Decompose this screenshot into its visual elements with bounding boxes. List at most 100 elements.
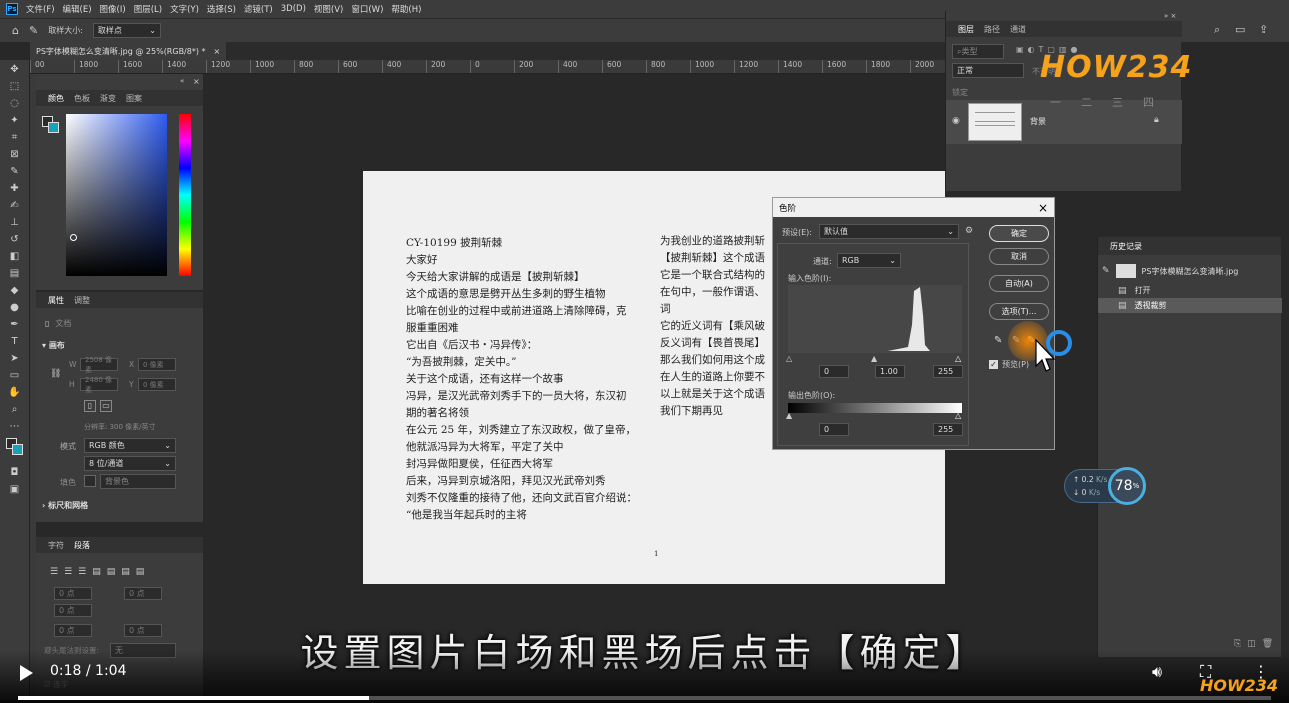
share-icon[interactable]: ⇪ xyxy=(1259,23,1268,36)
options-button[interactable]: 选项(T)... xyxy=(989,303,1049,320)
ok-button[interactable]: 确定 xyxy=(989,225,1049,242)
tab-gradients[interactable]: 渐变 xyxy=(100,93,116,104)
gradient-tool-icon[interactable]: ▤ xyxy=(8,267,22,281)
menu-layer[interactable]: 图层(L) xyxy=(134,3,162,15)
tab-adjustments[interactable]: 调整 xyxy=(74,295,90,306)
brush-tool-icon[interactable]: ✍ xyxy=(8,199,22,213)
portrait-icon[interactable]: ▯ xyxy=(84,400,96,412)
input-white-slider[interactable]: △ xyxy=(955,354,961,363)
collapse-icon[interactable]: « xyxy=(180,77,184,85)
close-icon[interactable]: × xyxy=(193,77,200,86)
canvas-section[interactable]: ▾ 画布 xyxy=(42,340,65,351)
video-progress-bar[interactable] xyxy=(18,696,1271,700)
eye-icon[interactable]: ◉ xyxy=(952,116,960,126)
blend-mode-select[interactable]: 正常 xyxy=(952,63,1024,78)
eraser-tool-icon[interactable]: ◧ xyxy=(8,250,22,264)
input-black-slider[interactable]: △ xyxy=(786,354,792,363)
auto-button[interactable]: 自动(A) xyxy=(989,275,1049,292)
output-black-field[interactable]: 0 xyxy=(819,423,849,436)
preview-checkbox[interactable]: ✓ 预览(P) xyxy=(989,359,1029,370)
menu-type[interactable]: 文字(Y) xyxy=(170,3,199,15)
tab-color[interactable]: 颜色 xyxy=(48,93,64,104)
search-icon[interactable]: ⌕ xyxy=(1214,23,1220,37)
lasso-tool-icon[interactable]: ◌ xyxy=(8,97,22,111)
color-swatches[interactable] xyxy=(0,438,29,462)
fill-select[interactable]: 背景色 xyxy=(100,474,176,489)
volume-icon[interactable]: 🔊︎ xyxy=(1152,662,1162,682)
menu-select[interactable]: 选择(S) xyxy=(207,3,236,15)
tab-channels[interactable]: 通道 xyxy=(1010,24,1026,35)
input-black-field[interactable]: 0 xyxy=(819,365,849,378)
hue-slider[interactable] xyxy=(179,114,191,276)
eyedropper-tool-icon[interactable]: ✎ xyxy=(8,165,22,179)
layer-filter-select[interactable]: ⌕ 类型 xyxy=(952,44,1004,59)
indent-left-field[interactable]: 0 点 xyxy=(54,587,92,600)
black-eyedropper-icon[interactable]: ✎ xyxy=(994,335,1002,346)
crop-tool-icon[interactable]: ⌗ xyxy=(8,131,22,145)
marquee-tool-icon[interactable]: ⬚ xyxy=(8,80,22,94)
input-gamma-field[interactable]: 1.00 xyxy=(875,365,905,378)
menu-filter[interactable]: 滤镜(T) xyxy=(244,3,273,15)
screen-mode-icon[interactable]: ▣ xyxy=(8,483,22,497)
input-gamma-slider[interactable]: ▲ xyxy=(871,354,877,363)
workspace-icon[interactable]: ▭ xyxy=(1235,23,1245,36)
menu-window[interactable]: 窗口(W) xyxy=(351,3,383,15)
collapse-icon[interactable]: » × xyxy=(1164,12,1176,20)
rulers-grid-section[interactable]: › 标尺和网格 xyxy=(42,500,88,511)
move-tool-icon[interactable]: ✥ xyxy=(8,63,22,77)
background-swatch[interactable] xyxy=(48,122,59,133)
play-icon[interactable] xyxy=(18,664,34,682)
tab-paths[interactable]: 路径 xyxy=(984,24,1000,35)
eyedropper-tool-icon[interactable]: ✎ xyxy=(29,24,38,37)
tab-swatches[interactable]: 色板 xyxy=(74,93,90,104)
tab-paragraph[interactable]: 段落 xyxy=(74,540,90,551)
menu-help[interactable]: 帮助(H) xyxy=(391,3,421,15)
quick-mask-icon[interactable]: ◘ xyxy=(8,466,22,480)
output-white-field[interactable]: 255 xyxy=(933,423,963,436)
healing-brush-icon[interactable]: ✚ xyxy=(8,182,22,196)
document-tab[interactable]: PS字体模糊怎么变清晰.jpg @ 25%(RGB/8*) * × xyxy=(30,42,227,60)
history-item[interactable]: ▤ 打开 xyxy=(1098,283,1282,298)
cancel-button[interactable]: 取消 xyxy=(989,248,1049,265)
landscape-icon[interactable]: ▭ xyxy=(100,400,112,412)
stamp-tool-icon[interactable]: ⊥ xyxy=(8,216,22,230)
channel-select[interactable]: RGB ⌄ xyxy=(837,253,901,268)
input-white-field[interactable]: 255 xyxy=(933,365,963,378)
history-snapshot[interactable]: ✎ PS字体模糊怎么变清晰.jpg xyxy=(1098,261,1282,281)
blur-tool-icon[interactable]: ◆ xyxy=(8,284,22,298)
history-item[interactable]: ▤ 透视裁剪 xyxy=(1098,298,1282,313)
first-line-indent-field[interactable]: 0 点 xyxy=(54,604,92,617)
close-icon[interactable]: × xyxy=(1038,201,1048,215)
frame-tool-icon[interactable]: ⊠ xyxy=(8,148,22,162)
dodge-tool-icon[interactable]: ● xyxy=(8,301,22,315)
link-icon[interactable]: ⛓ xyxy=(50,369,61,379)
output-black-slider[interactable]: ▲ xyxy=(786,411,792,420)
width-field[interactable]: 2508 像素 xyxy=(80,356,118,374)
height-field[interactable]: 2480 像素 xyxy=(80,376,118,394)
x-field[interactable]: 0 像素 xyxy=(138,358,176,371)
type-tool-icon[interactable]: T xyxy=(8,335,22,349)
menu-view[interactable]: 视图(V) xyxy=(314,3,343,15)
history-brush-icon[interactable]: ↺ xyxy=(8,233,22,247)
shape-tool-icon[interactable]: ▭ xyxy=(8,369,22,383)
menu-3d[interactable]: 3D(D) xyxy=(281,4,306,14)
home-icon[interactable]: ⌂ xyxy=(12,24,19,37)
more-tools-icon[interactable]: ⋯ xyxy=(8,420,22,434)
tab-layers[interactable]: 图层 xyxy=(958,24,974,35)
sample-size-select[interactable]: 取样点 ⌄ xyxy=(92,23,161,38)
menu-file[interactable]: 文件(F) xyxy=(26,3,55,15)
tab-properties[interactable]: 属性 xyxy=(48,295,64,306)
zoom-tool-icon[interactable]: ⌕ xyxy=(8,403,22,417)
tab-history[interactable]: 历史记录 xyxy=(1110,241,1142,252)
menu-image[interactable]: 图像(I) xyxy=(100,3,126,15)
pen-tool-icon[interactable]: ✒ xyxy=(8,318,22,332)
depth-select[interactable]: 8 位/通道 ⌄ xyxy=(84,456,176,471)
color-field[interactable] xyxy=(66,114,167,276)
color-picker-handle[interactable] xyxy=(70,234,77,241)
tab-character[interactable]: 字符 xyxy=(48,540,64,551)
magic-wand-tool-icon[interactable]: ✦ xyxy=(8,114,22,128)
y-field[interactable]: 0 像素 xyxy=(138,378,176,391)
preset-select[interactable]: 默认值 ⌄ xyxy=(819,224,959,239)
fill-swatch[interactable] xyxy=(84,475,96,487)
output-white-slider[interactable]: △ xyxy=(955,411,961,420)
